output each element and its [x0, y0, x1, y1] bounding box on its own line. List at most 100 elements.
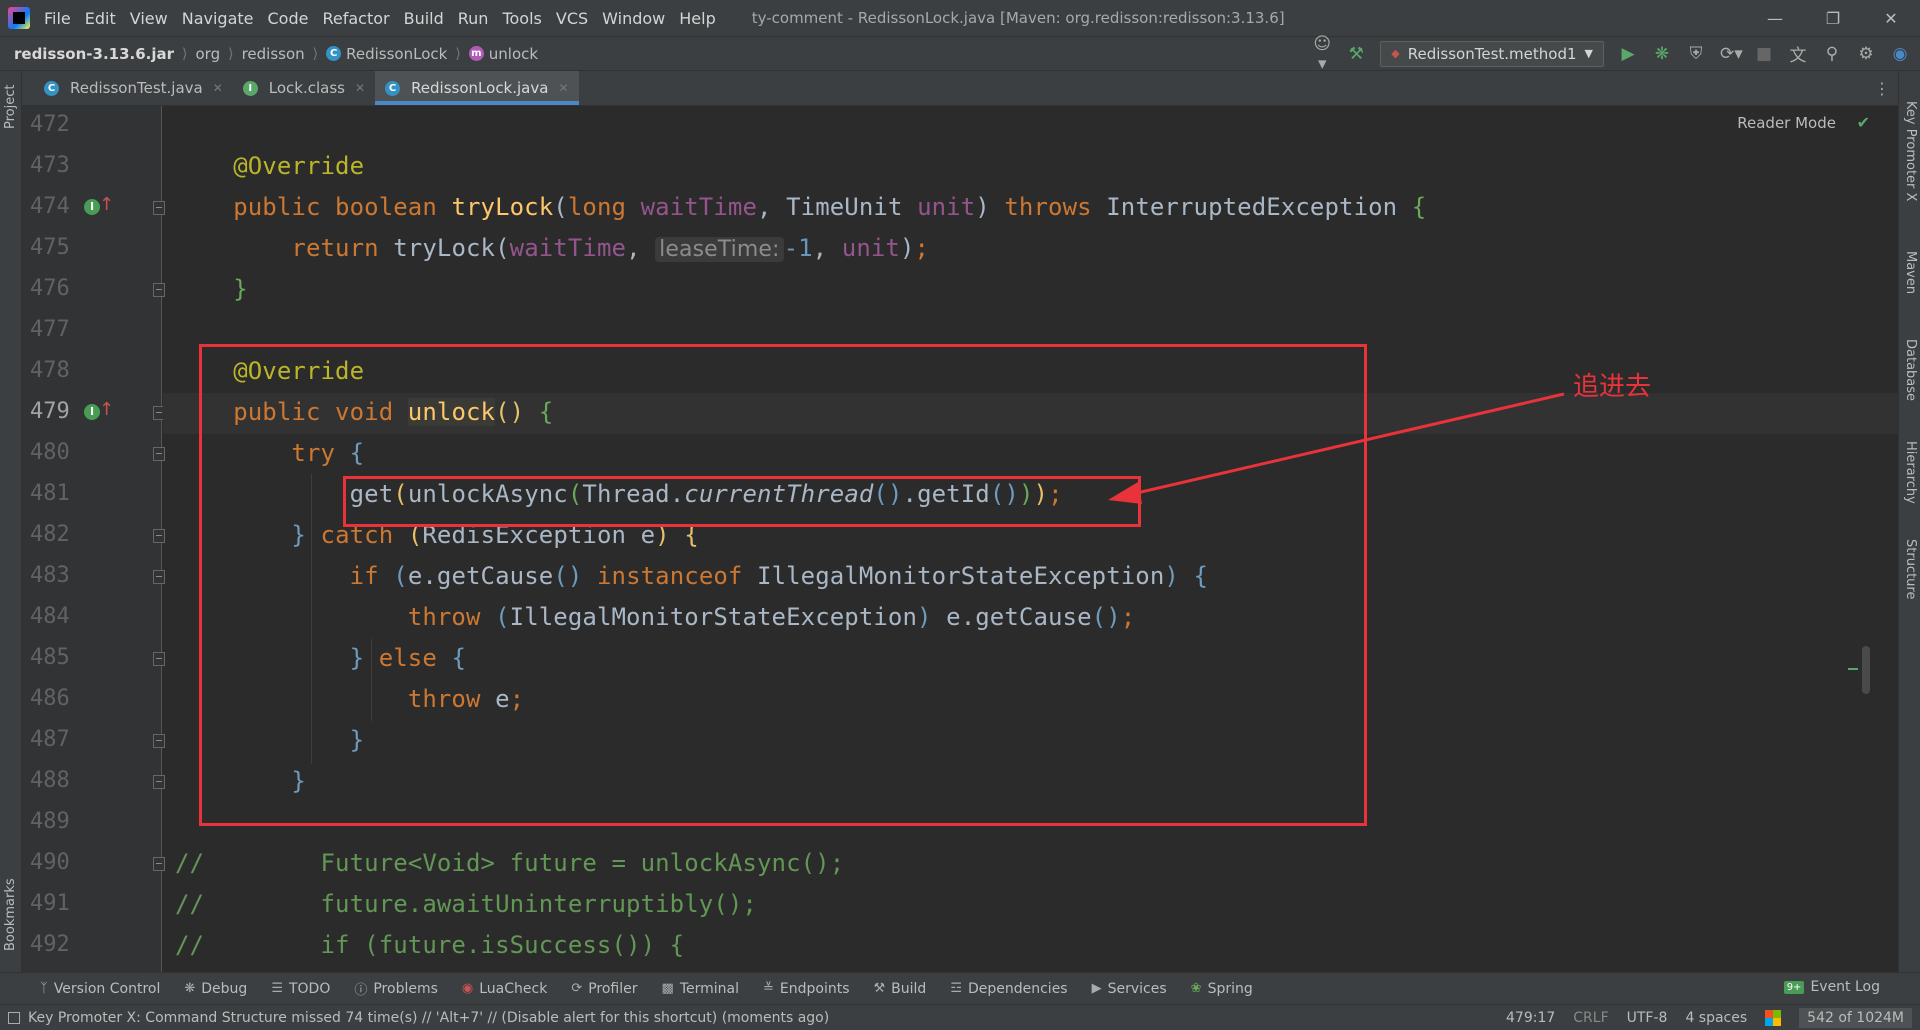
search-icon[interactable]: ⚲ [1822, 44, 1842, 64]
caret-position[interactable]: 479:17 [1506, 1010, 1555, 1026]
intellij-logo-icon [8, 7, 30, 29]
profiler-tool-button[interactable]: ⟳ Profiler [571, 981, 637, 997]
file-encoding[interactable]: UTF-8 [1627, 1010, 1668, 1026]
bookmarks-tool-button[interactable]: Bookmarks [3, 878, 18, 951]
run-icon[interactable]: ▶ [1618, 44, 1638, 64]
menu-tools[interactable]: Tools [502, 9, 541, 28]
interface-icon: I [242, 80, 258, 96]
tab-label: Lock.class [268, 79, 345, 97]
terminal-icon: ▩ [661, 981, 674, 996]
more-options-icon[interactable]: ⋮ [1874, 79, 1890, 98]
memory-indicator[interactable]: 542 of 1024M [1799, 1007, 1912, 1028]
line-number-current: 479 [30, 399, 70, 424]
todo-tool-button[interactable]: ☰ TODO [271, 981, 330, 997]
profile-icon[interactable]: ⟳▾ [1720, 44, 1743, 64]
restore-icon[interactable]: ❐ [1804, 0, 1862, 36]
run-configuration-dropdown[interactable]: ◆ RedissonTest.method1 ▼ [1380, 40, 1604, 67]
bottom-tool-bar: ᛉ Version Control ❋ Debug ☰ TODO ⓘ Problems … [0, 972, 1920, 1004]
event-log-tool-button[interactable]: 9+ Event Log [1783, 979, 1880, 995]
menu-code[interactable]: Code [268, 9, 309, 28]
services-tool-button[interactable]: ▶ Services [1092, 981, 1167, 997]
info-icon: ⓘ [354, 983, 368, 998]
close-icon[interactable]: ✕ [1862, 0, 1920, 36]
minimize-icon[interactable]: — [1746, 0, 1804, 36]
menu-view[interactable]: View [130, 9, 168, 28]
breadcrumb-method[interactable]: m unlock [468, 45, 538, 63]
indent-setting[interactable]: 4 spaces [1685, 1010, 1747, 1026]
stop-icon[interactable]: ■ [1754, 44, 1774, 64]
menu-edit[interactable]: Edit [85, 9, 116, 28]
database-tool-button[interactable]: Database [1903, 339, 1918, 401]
code-line-comment: // if (future.isSuccess()) { [175, 931, 685, 959]
menu-run[interactable]: Run [458, 9, 489, 28]
bug-icon: ❋ [184, 981, 196, 996]
hierarchy-tool-button[interactable]: Hierarchy [1903, 441, 1918, 504]
menu-help[interactable]: Help [679, 9, 715, 28]
services-icon: ▶ [1091, 981, 1102, 996]
code-line-comment: // future.awaitUninterruptibly(); [175, 890, 757, 918]
tab-redisson-lock[interactable]: C RedissonLock.java ✕ [375, 71, 579, 105]
parameter-hint: leaseTime: [655, 237, 784, 262]
menu-file[interactable]: File [44, 9, 71, 28]
spring-tool-button[interactable]: ❀ Spring [1191, 981, 1253, 997]
breadcrumb-redisson[interactable]: redisson [242, 45, 305, 63]
build-hammer-icon[interactable]: ⚒ [1346, 44, 1366, 64]
class-icon: C [385, 80, 401, 96]
maven-tool-button[interactable]: Maven [1903, 251, 1918, 294]
menu-navigate[interactable]: Navigate [182, 9, 254, 28]
reader-mode-toggle[interactable]: Reader Mode [1737, 114, 1836, 132]
dependencies-tool-button[interactable]: ☲ Dependencies [950, 981, 1067, 997]
problems-tool-button[interactable]: ⓘ Problems [354, 979, 438, 999]
line-separator[interactable]: CRLF [1573, 1010, 1608, 1026]
translate-icon[interactable]: 文 [1788, 41, 1808, 66]
tool-label: Debug [201, 980, 248, 997]
tool-label: Event Log [1810, 979, 1880, 995]
overrides-method-icon[interactable]: I ↑ [84, 194, 114, 219]
tool-windows-toggle-icon[interactable] [8, 1011, 20, 1024]
tab-redisson-test[interactable]: C RedissonTest.java ✕ [34, 71, 233, 105]
user-icon[interactable]: ☺▾ [1312, 34, 1332, 74]
luacheck-tool-button[interactable]: ◉ LuaCheck [462, 981, 547, 997]
breadcrumb-class[interactable]: C RedissonLock [326, 45, 447, 63]
line-number: 472 [30, 112, 70, 137]
line-number: 491 [30, 891, 70, 916]
tool-label: TODO [288, 980, 331, 997]
code-line: return tryLock(waitTime, leaseTime: -1, u… [175, 234, 930, 262]
breadcrumb-jar[interactable]: redisson-3.13.6.jar [14, 45, 174, 63]
window-title: ty-comment - RedissonLock.java [Maven: o… [751, 9, 1285, 27]
event-count-badge: 9+ [1783, 980, 1805, 994]
menu-refactor[interactable]: Refactor [322, 9, 389, 28]
code-line-comment: // Future<Void> future = unlockAsync(); [175, 849, 845, 877]
jetbrains-toolbox-icon[interactable]: ◉ [1890, 44, 1910, 64]
version-control-tool-button[interactable]: ᛉ Version Control [40, 981, 160, 997]
code-line: } [175, 275, 248, 303]
settings-gear-icon[interactable]: ⚙ [1856, 44, 1876, 64]
structure-tool-button[interactable]: Structure [1903, 539, 1918, 599]
endpoints-tool-button[interactable]: ≚ Endpoints [763, 981, 850, 997]
terminal-tool-button[interactable]: ▩ Terminal [662, 981, 739, 997]
line-number: 477 [30, 317, 70, 342]
status-message[interactable]: Key Promoter X: Command Structure missed… [28, 1010, 829, 1026]
debug-bug-icon[interactable]: ❋ [1652, 44, 1672, 64]
build-tool-button[interactable]: ⚒ Build [874, 981, 927, 997]
menu-window[interactable]: Window [602, 9, 665, 28]
line-number: 480 [30, 440, 70, 465]
project-tool-button[interactable]: Project [3, 85, 18, 129]
annotation-label: 追进去 [1573, 372, 1652, 402]
breadcrumb-org[interactable]: org [196, 45, 221, 63]
close-tab-icon[interactable]: ✕ [558, 81, 568, 95]
menu-build[interactable]: Build [404, 9, 444, 28]
chevron-right-icon: ⟩ [228, 45, 234, 62]
tab-lock-class[interactable]: I Lock.class ✕ [233, 71, 375, 105]
line-number: 492 [30, 932, 70, 957]
close-tab-icon[interactable]: ✕ [355, 81, 365, 95]
close-tab-icon[interactable]: ✕ [213, 81, 223, 95]
key-promoter-tool-button[interactable]: Key Promoter X [1903, 101, 1918, 201]
debug-tool-button[interactable]: ❋ Debug [184, 981, 247, 997]
scroll-marker[interactable] [1862, 646, 1870, 694]
tool-label: LuaCheck [479, 980, 548, 997]
tool-label: Spring [1207, 980, 1253, 997]
coverage-icon[interactable]: ⛨ [1686, 44, 1706, 64]
menu-vcs[interactable]: VCS [556, 9, 588, 28]
overrides-method-icon[interactable]: I ↑ [84, 399, 114, 424]
